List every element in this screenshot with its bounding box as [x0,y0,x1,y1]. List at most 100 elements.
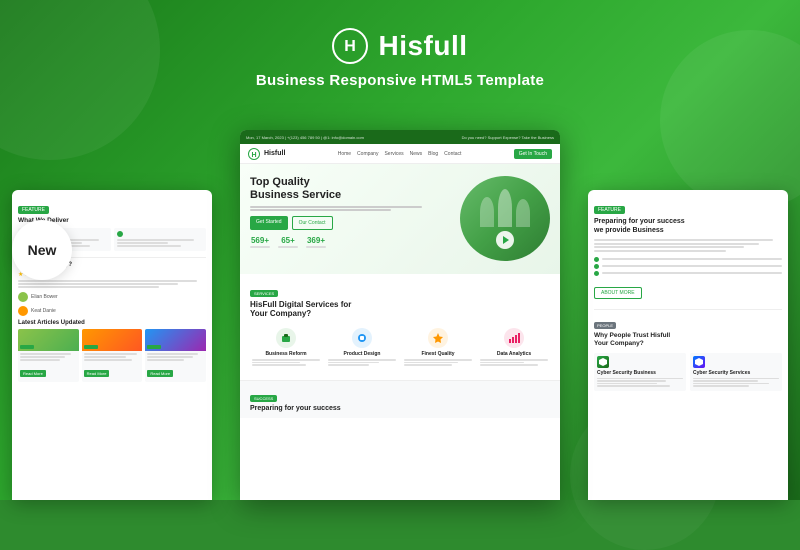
check-line-2 [602,265,782,267]
service-line [328,364,369,366]
hero-image [460,176,550,261]
article-line [84,359,132,361]
service-line [404,359,472,361]
article-text-3: Read More [145,351,206,382]
nav-link-home[interactable]: Home [338,151,351,157]
service-line [328,362,379,364]
left-articles-title: Latest Articles Updated [18,320,206,326]
nav-link-news[interactable]: News [410,151,423,157]
hero-stats: 569+ 65+ 369+ [250,236,452,248]
preview-area: FEATURE What We Deliver [0,110,800,500]
center-services-title: HisFull Digital Services forYour Company… [250,300,550,318]
hero-line [250,209,391,211]
hero-btn-secondary[interactable]: Our Contact [292,216,333,230]
article-card-2: Read More [82,329,143,382]
article-card-3: Read More [145,329,206,382]
right-service-line [597,383,657,385]
article-img-2 [82,329,143,351]
left-service-item-2 [114,228,207,251]
nav-link-company[interactable]: Company [357,151,378,157]
service-line [404,362,458,364]
service-card-2: Product Design [326,324,398,372]
service-icon-business [276,328,296,348]
subtitle: Business Responsive HTML5 Template [256,72,544,89]
right-service-title-1: Cyber Security Business [597,370,683,376]
center-nav-links: Home Company Services News Blog Contact [338,151,462,157]
article-text-2: Read More [82,351,143,382]
hero-play-btn[interactable] [496,231,514,249]
right-line [594,246,744,248]
right-line [594,243,759,245]
right-service-icon-1 [597,356,609,368]
service-card-lines-1 [252,359,320,366]
center-hero: Top QualityBusiness Service Get Started … [240,164,560,274]
review-text-lines [18,280,206,288]
read-more-btn-2[interactable]: Read More [84,370,110,377]
reviewer-name-1: Elian Bower [31,294,58,300]
preparing-label: SUCCESS [250,395,277,402]
right-about-btn[interactable]: ABOUT MORE [594,287,642,299]
check-item-2 [594,264,782,269]
hero-stat-num-2: 65+ [278,236,298,245]
services-grid: Business Reform Product Design [250,324,550,372]
service-line [480,359,548,361]
hero-btn-primary[interactable]: Get Started [250,216,288,230]
center-nav-logo: H Hisfull [248,148,285,160]
right-service-line [597,380,666,382]
article-img-1 [18,329,79,351]
hero-stat-2: 65+ [278,236,298,248]
review-line [18,283,178,285]
nav-link-services[interactable]: Services [384,151,403,157]
article-line [147,359,184,361]
service-dot-2 [117,231,123,237]
logo-text: Hisfull [378,30,467,62]
read-more-btn-3[interactable]: Read More [147,370,173,377]
nav-link-contact[interactable]: Contact [444,151,461,157]
check-line-1 [602,258,782,260]
center-topbar: Mon, 17 March, 2023 | +(123) 456 789 50 … [240,130,560,144]
article-img-overlay-1 [20,345,34,349]
check-item-3 [594,271,782,276]
reviewer-name-2: Keat Danie [31,308,56,314]
hero-title: Top QualityBusiness Service [250,176,452,202]
articles-grid: Read More Read More [18,329,206,382]
article-line [147,353,198,355]
right-checklist [594,257,782,276]
new-badge: New [12,220,72,280]
right-text-lines [594,239,782,252]
hero-stat-num-1: 569+ [250,236,270,245]
hero-stat-label-1 [250,246,270,248]
play-icon [503,236,509,244]
service-card-1: Business Reform [250,324,322,372]
nav-link-blog[interactable]: Blog [428,151,438,157]
right-label: FEATURE [594,206,625,214]
hero-stat-num-3: 369+ [306,236,326,245]
reviewer-row-2: Keat Danie [18,306,206,316]
review-line [18,280,197,282]
service-line [328,359,396,361]
hero-stat-label-3 [306,246,326,248]
service-card-lines-2 [328,359,396,366]
hero-content: Top QualityBusiness Service Get Started … [250,176,452,262]
center-preparing: SUCCESS Preparing for your success [240,380,560,418]
hero-buttons: Get Started Our Contact [250,216,452,230]
service-card-title-2: Product Design [328,351,396,357]
right-service-line [693,380,758,382]
center-nav-btn[interactable]: Get In Touch [514,149,552,159]
center-nav-logo-icon: H [248,148,260,160]
right-why-label: PEOPLE [594,322,616,329]
left-section-label: FEATURE [18,206,49,214]
right-line [594,250,726,252]
service-card-title-4: Data Analytics [480,351,548,357]
reviewer-row-1: Elian Bower [18,292,206,302]
read-more-btn-1[interactable]: Read More [20,370,46,377]
service-card-title-1: Business Reform [252,351,320,357]
service-card-3: Finest Quality [402,324,474,372]
service-icon-analytics [504,328,524,348]
service-line [117,242,169,244]
check-dot-1 [594,257,599,262]
service-line [252,364,306,366]
hero-stat-label-2 [278,246,298,248]
right-service-item-2: Cyber Security Services [690,353,782,391]
article-line [84,356,127,358]
